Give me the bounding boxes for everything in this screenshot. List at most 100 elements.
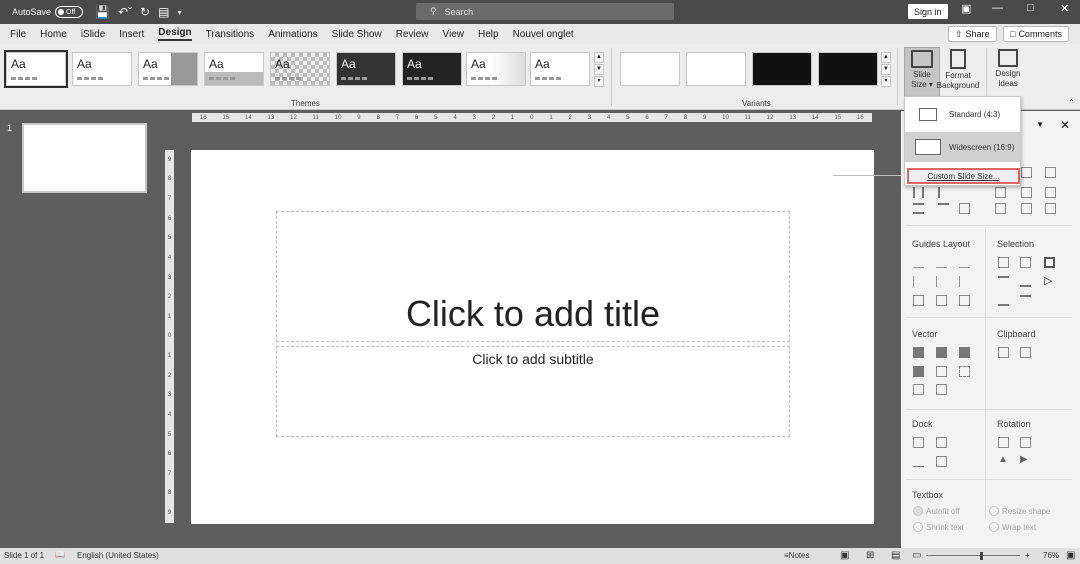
present-icon[interactable]: ▤ xyxy=(158,5,169,19)
rotate-icon[interactable] xyxy=(998,437,1009,448)
subtitle-placeholder[interactable]: Click to add subtitle xyxy=(276,346,790,437)
maximize-icon[interactable]: □ xyxy=(1027,2,1034,14)
select-icon[interactable] xyxy=(998,276,1009,287)
slide-thumbnail[interactable] xyxy=(22,123,147,193)
expand-gallery-icon[interactable]: ▾ xyxy=(594,76,604,87)
align-icon[interactable] xyxy=(995,203,1006,214)
select-icon[interactable] xyxy=(1020,276,1031,287)
autofit-off-radio[interactable] xyxy=(913,506,923,516)
normal-view-icon[interactable]: ▣ xyxy=(840,550,849,561)
tab-slide-show[interactable]: Slide Show xyxy=(332,29,382,40)
theme-thumb-office[interactable]: Aa xyxy=(4,50,68,88)
cursor-icon[interactable]: ▷ xyxy=(1044,274,1052,287)
align-icon[interactable] xyxy=(1045,187,1056,198)
vector-icon[interactable] xyxy=(936,384,947,395)
dock-icon[interactable] xyxy=(913,437,924,448)
tab-review[interactable]: Review xyxy=(396,29,429,40)
vector-combine-icon[interactable] xyxy=(936,347,947,358)
tab-animations[interactable]: Animations xyxy=(268,29,317,40)
vector-edit-icon[interactable] xyxy=(959,366,970,377)
align-icon[interactable] xyxy=(1021,167,1032,178)
zoom-in-icon[interactable]: + xyxy=(1025,551,1030,560)
ribbon-display-icon[interactable]: ▣ xyxy=(961,2,971,15)
guide-icon[interactable] xyxy=(936,276,947,287)
pane-options-icon[interactable]: ▼ xyxy=(1036,120,1044,129)
guide-icon[interactable] xyxy=(936,295,947,306)
themes-gallery-scroll[interactable]: ▲ ▼ ▾ xyxy=(594,52,604,87)
pane-close-icon[interactable]: ✕ xyxy=(1060,118,1070,132)
select-icon[interactable] xyxy=(998,295,1009,306)
shrink-text-radio[interactable] xyxy=(913,522,923,532)
guide-icon[interactable] xyxy=(959,276,970,287)
resize-shape-radio[interactable] xyxy=(989,506,999,516)
distribute-icon[interactable] xyxy=(913,203,924,214)
align-icon[interactable] xyxy=(1021,203,1032,214)
autosave-toggle[interactable]: Off xyxy=(55,6,84,18)
paste-icon[interactable] xyxy=(1020,347,1031,358)
sign-in-button[interactable]: Sign in xyxy=(908,4,948,19)
autosave-control[interactable]: AutoSave Off xyxy=(12,6,84,18)
rotate-icon[interactable] xyxy=(1020,437,1031,448)
theme-thumb[interactable]: Aa xyxy=(270,52,330,86)
slide-sorter-icon[interactable]: ⊞ xyxy=(866,550,874,561)
scroll-up-icon[interactable]: ▲ xyxy=(594,52,604,63)
design-ideas-button[interactable]: Design Ideas xyxy=(990,47,1026,99)
save-icon[interactable]: 💾 xyxy=(95,5,110,19)
custom-slide-size-option[interactable]: Custom Slide Size... xyxy=(907,168,1020,184)
variant-thumb[interactable] xyxy=(686,52,746,86)
dock-icon[interactable] xyxy=(913,456,924,467)
variant-thumb[interactable] xyxy=(752,52,812,86)
copy-icon[interactable] xyxy=(998,347,1009,358)
guide-icon[interactable] xyxy=(959,257,970,268)
zoom-slider[interactable] xyxy=(930,555,1020,556)
tab-insert[interactable]: Insert xyxy=(119,29,144,40)
tab-view[interactable]: View xyxy=(442,29,464,40)
slide-canvas[interactable]: Click to add title Click to add subtitle xyxy=(191,150,874,524)
theme-thumb[interactable]: Aa xyxy=(138,52,198,86)
tab-nouvel-onglet[interactable]: Nouvel onglet xyxy=(513,29,574,40)
fit-to-window-icon[interactable]: ▣ xyxy=(1066,550,1075,561)
align-icon[interactable] xyxy=(995,187,1006,198)
widescreen-size-option[interactable]: Widescreen (16:9) xyxy=(905,132,1020,162)
distribute-icon[interactable] xyxy=(938,203,949,214)
theme-thumb[interactable]: Aa xyxy=(204,52,264,86)
tab-help[interactable]: Help xyxy=(478,29,499,40)
guide-icon[interactable] xyxy=(936,257,947,268)
zoom-level[interactable]: 76% xyxy=(1043,551,1059,560)
search-input[interactable]: ⚲ Search xyxy=(416,3,674,20)
guide-icon[interactable] xyxy=(913,295,924,306)
variants-gallery-scroll[interactable]: ▲ ▼ ▾ xyxy=(881,52,891,87)
title-placeholder[interactable]: Click to add title xyxy=(276,211,790,342)
vector-union-icon[interactable] xyxy=(913,347,924,358)
reading-view-icon[interactable]: ▤ xyxy=(891,550,900,561)
guide-icon[interactable] xyxy=(959,295,970,306)
vector-intersect-icon[interactable] xyxy=(913,366,924,377)
align-icon[interactable] xyxy=(1021,187,1032,198)
variant-thumb[interactable] xyxy=(818,52,878,86)
comments-button[interactable]: □ Comments xyxy=(1003,26,1069,42)
scroll-down-icon[interactable]: ▼ xyxy=(881,64,891,75)
standard-size-option[interactable]: Standard (4:3) xyxy=(905,99,1020,129)
tab-islide[interactable]: iSlide xyxy=(81,29,105,40)
scroll-down-icon[interactable]: ▼ xyxy=(594,64,604,75)
undo-icon[interactable]: ↶ˇ xyxy=(118,5,132,19)
expand-gallery-icon[interactable]: ▾ xyxy=(881,76,891,87)
guide-icon[interactable] xyxy=(913,257,924,268)
select-icon[interactable] xyxy=(1020,257,1031,268)
minimize-icon[interactable]: — xyxy=(992,2,1003,14)
flip-vertical-icon[interactable]: ▲ xyxy=(998,454,1008,465)
slideshow-view-icon[interactable]: ▭ xyxy=(912,550,921,561)
tab-home[interactable]: Home xyxy=(40,29,67,40)
select-same-icon[interactable] xyxy=(1044,257,1055,268)
theme-thumb[interactable]: Aa xyxy=(466,52,526,86)
tab-file[interactable]: File xyxy=(10,29,26,40)
tab-transitions[interactable]: Transitions xyxy=(206,29,255,40)
flip-horizontal-icon[interactable]: ▶ xyxy=(1020,454,1028,465)
share-button[interactable]: ⇧ Share xyxy=(948,26,997,42)
vector-subtract-icon[interactable] xyxy=(936,366,947,377)
tab-design[interactable]: Design xyxy=(158,27,192,41)
collapse-ribbon-icon[interactable]: ⌃ xyxy=(1068,98,1075,107)
zoom-slider-handle[interactable] xyxy=(980,552,983,560)
align-icon[interactable] xyxy=(1045,203,1056,214)
wrap-text-radio[interactable] xyxy=(989,522,999,532)
